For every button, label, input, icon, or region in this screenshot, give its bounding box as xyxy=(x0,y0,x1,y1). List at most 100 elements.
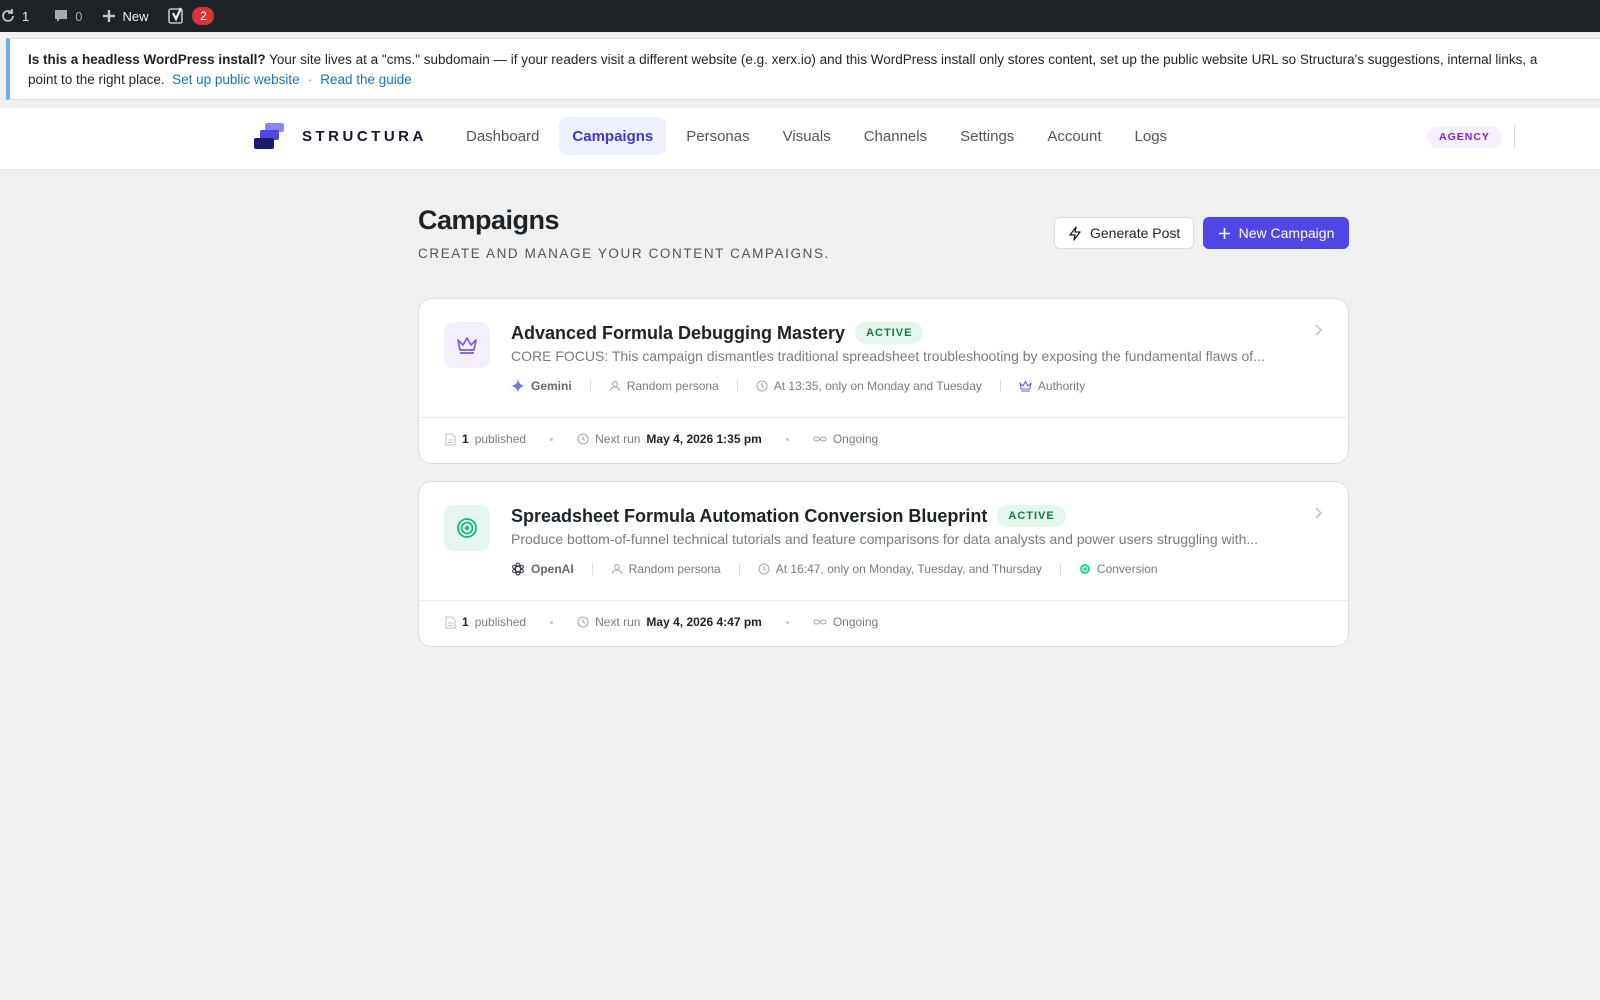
plan-badge: AGENCY xyxy=(1427,126,1502,148)
notice-separator: · xyxy=(307,72,313,87)
nav-dashboard[interactable]: Dashboard xyxy=(453,117,552,155)
footer-separator xyxy=(785,620,789,624)
nav-campaigns[interactable]: Campaigns xyxy=(559,117,667,155)
refresh-icon xyxy=(2,9,14,22)
notice-text: Your site lives at a "cms." subdomain — … xyxy=(269,52,1538,67)
meta-separator xyxy=(589,380,591,392)
published-stat: 1 published xyxy=(445,432,526,446)
comments-count: 0 xyxy=(75,8,83,24)
notice-line-2: point to the right place. Set up public … xyxy=(28,70,1600,90)
footer-separator xyxy=(550,437,554,441)
published-stat: 1 published xyxy=(445,615,526,629)
admin-bar-updates[interactable]: 1 xyxy=(0,0,37,32)
clock-icon xyxy=(758,563,770,575)
page-subtitle: CREATE AND MANAGE YOUR CONTENT CAMPAIGNS… xyxy=(418,246,830,261)
plugin-header: STRUCTURA Dashboard Campaigns Personas V… xyxy=(0,108,1600,170)
nav-account[interactable]: Account xyxy=(1034,117,1114,155)
goal-text: Authority xyxy=(1037,379,1086,393)
campaign-card-body: Spreadsheet Formula Automation Conversio… xyxy=(419,482,1348,601)
admin-bar-yoast[interactable]: 2 xyxy=(160,0,222,32)
yoast-icon xyxy=(168,7,184,24)
duration: Ongoing xyxy=(813,432,878,446)
campaign-title[interactable]: Spreadsheet Formula Automation Conversio… xyxy=(511,506,987,527)
user-icon xyxy=(611,564,622,575)
campaign-footer: 1 published Next run May 4, 2026 1:35 pm… xyxy=(445,432,878,446)
duration-text: Ongoing xyxy=(832,615,879,629)
campaign-card[interactable]: Advanced Formula Debugging Mastery ACTIV… xyxy=(418,298,1349,464)
clock-icon xyxy=(577,433,589,445)
provider: OpenAI xyxy=(511,562,574,576)
generate-post-button[interactable]: Generate Post xyxy=(1054,217,1195,249)
next-run-date: May 4, 2026 4:47 pm xyxy=(646,615,762,629)
campaign-meta: OpenAI Random persona At 16:47, only on … xyxy=(511,562,1158,576)
published-label: published xyxy=(474,432,527,446)
page-title: Campaigns xyxy=(418,205,560,235)
new-campaign-button[interactable]: New Campaign xyxy=(1203,217,1349,249)
campaign-title-row: Spreadsheet Formula Automation Conversio… xyxy=(511,505,1066,527)
provider-name: OpenAI xyxy=(531,562,574,576)
next-run-label: Next run xyxy=(595,615,641,629)
crown-icon xyxy=(457,337,477,354)
goal: Authority xyxy=(1019,379,1085,393)
published-count: 1 xyxy=(462,432,469,446)
goal: Conversion xyxy=(1079,562,1158,576)
campaign-meta: Gemini Random persona At 13:35, only on … xyxy=(511,379,1085,393)
chevron-right-icon[interactable] xyxy=(1313,323,1323,337)
notice-line-1: Is this a headless WordPress install? Yo… xyxy=(28,50,1600,70)
campaign-title[interactable]: Advanced Formula Debugging Mastery xyxy=(511,323,845,344)
nav-channels[interactable]: Channels xyxy=(851,117,940,155)
next-run-label: Next run xyxy=(595,432,641,446)
admin-bar: 1 0 New 2 xyxy=(0,0,1600,32)
admin-bar-new[interactable]: New xyxy=(94,0,156,32)
nav-visuals[interactable]: Visuals xyxy=(770,117,844,155)
schedule: At 16:47, only on Monday, Tuesday, and T… xyxy=(758,562,1042,576)
generate-post-label: Generate Post xyxy=(1090,225,1181,241)
campaign-type-icon xyxy=(444,505,490,551)
campaign-card[interactable]: Spreadsheet Formula Automation Conversio… xyxy=(418,481,1349,647)
infinity-icon xyxy=(813,619,827,625)
meta-separator xyxy=(1059,563,1061,575)
setup-public-website-link[interactable]: Set up public website xyxy=(172,72,300,87)
document-icon xyxy=(445,432,456,446)
persona: Random persona xyxy=(609,379,719,393)
clock-icon xyxy=(756,380,768,392)
campaign-title-row: Advanced Formula Debugging Mastery ACTIV… xyxy=(511,322,924,344)
next-run: Next run May 4, 2026 4:47 pm xyxy=(577,615,762,629)
structura-logo-icon[interactable] xyxy=(254,122,284,150)
provider: Gemini xyxy=(511,379,572,393)
published-count: 1 xyxy=(462,615,469,629)
campaign-type-icon xyxy=(444,322,490,368)
persona-name: Random persona xyxy=(628,562,721,576)
plus-icon xyxy=(103,10,116,22)
campaign-description: CORE FOCUS: This campaign dismantles tra… xyxy=(511,348,1265,364)
gemini-icon xyxy=(511,379,525,393)
nav-logs[interactable]: Logs xyxy=(1122,117,1181,155)
lightning-icon xyxy=(1069,225,1081,241)
meta-separator xyxy=(738,563,740,575)
meta-separator xyxy=(736,380,738,392)
nav-personas[interactable]: Personas xyxy=(673,117,762,155)
footer-separator xyxy=(550,620,554,624)
next-run-date: May 4, 2026 1:35 pm xyxy=(646,432,762,446)
meta-separator xyxy=(999,380,1001,392)
schedule-text: At 13:35, only on Monday and Tuesday xyxy=(773,379,982,393)
campaign-card-body: Advanced Formula Debugging Mastery ACTIV… xyxy=(419,299,1348,418)
status-badge: ACTIVE xyxy=(997,505,1066,527)
persona-name: Random persona xyxy=(626,379,719,393)
admin-bar-comments[interactable]: 0 xyxy=(45,0,90,32)
document-icon xyxy=(445,615,456,629)
nav-settings[interactable]: Settings xyxy=(947,117,1027,155)
main-nav: Dashboard Campaigns Personas Visuals Cha… xyxy=(453,117,1187,155)
meta-separator xyxy=(591,563,593,575)
chevron-right-icon[interactable] xyxy=(1313,506,1323,520)
infinity-icon xyxy=(813,436,827,442)
user-icon xyxy=(609,381,620,392)
clock-icon xyxy=(577,616,589,628)
status-badge: ACTIVE xyxy=(855,322,924,344)
comment-icon xyxy=(55,10,68,22)
persona: Random persona xyxy=(611,562,721,576)
read-guide-link[interactable]: Read the guide xyxy=(320,72,412,87)
yoast-count-badge: 2 xyxy=(192,7,215,25)
goal-text: Conversion xyxy=(1096,562,1158,576)
duration: Ongoing xyxy=(813,615,878,629)
